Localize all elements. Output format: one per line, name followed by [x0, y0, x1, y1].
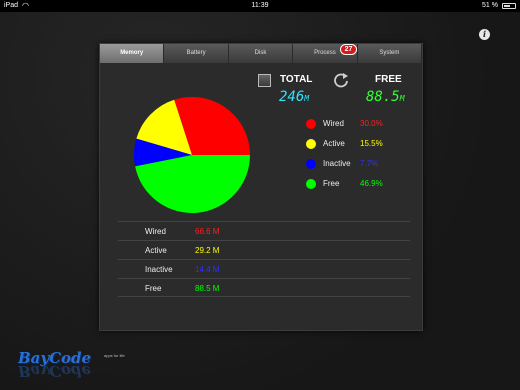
legend-percent: 30.0% [360, 119, 383, 128]
baycode-logo: BayCode [18, 349, 92, 367]
clock: 11:39 [251, 2, 269, 9]
row-value: 14.4 M [195, 265, 220, 274]
tab-system[interactable]: System [357, 44, 423, 63]
process-count-badge: 27 [340, 44, 357, 55]
info-icon[interactable]: i [479, 29, 490, 40]
row-label: Active [145, 246, 167, 255]
total-checkbox[interactable] [258, 74, 271, 87]
row-value: 66.6 M [195, 227, 220, 236]
logo-reflection: BayCode [18, 366, 92, 380]
legend-label: Active [323, 139, 345, 148]
status-bar: iPad ◠ 11:39 51 % [0, 0, 520, 12]
chart-legend: Wired 30.0% Active 15.5% Inactive 7.7% F… [306, 118, 416, 198]
legend-item-wired: Wired 30.0% [306, 118, 416, 138]
legend-item-active: Active 15.5% [306, 138, 416, 158]
active-swatch [306, 139, 316, 149]
table-row: Free 88.5 M [118, 278, 410, 297]
legend-percent: 46.9% [360, 179, 383, 188]
free-label: FREE [375, 74, 402, 85]
inactive-swatch [306, 159, 316, 169]
free-value: 88.5M [366, 89, 405, 105]
legend-item-free: Free 46.9% [306, 178, 416, 198]
memory-pie-chart [134, 97, 250, 214]
table-row: Active 29.2 M [118, 240, 410, 259]
legend-percent: 7.7% [360, 159, 379, 168]
row-label: Free [145, 284, 162, 293]
legend-label: Wired [323, 119, 344, 128]
legend-percent: 15.5% [360, 139, 383, 148]
pie-slice-free [135, 155, 250, 214]
tab-bar: Memory Battery Disk Process System [100, 44, 423, 63]
tab-memory[interactable]: Memory [100, 44, 165, 63]
tab-battery[interactable]: Battery [164, 44, 229, 63]
battery-icon [502, 3, 516, 9]
free-swatch [306, 179, 316, 189]
legend-item-inactive: Inactive 7.7% [306, 158, 416, 178]
legend-label: Free [323, 179, 340, 188]
row-label: Inactive [145, 265, 173, 274]
table-row: Wired 66.6 M [118, 221, 410, 240]
tab-disk[interactable]: Disk [228, 44, 294, 63]
refresh-icon[interactable] [333, 72, 349, 88]
total-label: TOTAL [280, 74, 313, 85]
total-value: 246M [279, 89, 310, 105]
row-value: 29.2 M [195, 246, 220, 255]
row-value: 88.5 M [195, 284, 220, 293]
wired-swatch [306, 119, 316, 129]
logo-tagline: apps for life [104, 353, 125, 358]
legend-label: Inactive [323, 159, 351, 168]
table-row: Inactive 14.4 M [118, 259, 410, 278]
memory-table: Wired 66.6 M Active 29.2 M Inactive 14.4… [118, 221, 410, 297]
row-label: Wired [145, 227, 166, 236]
battery-percent: 51 % [482, 2, 498, 9]
